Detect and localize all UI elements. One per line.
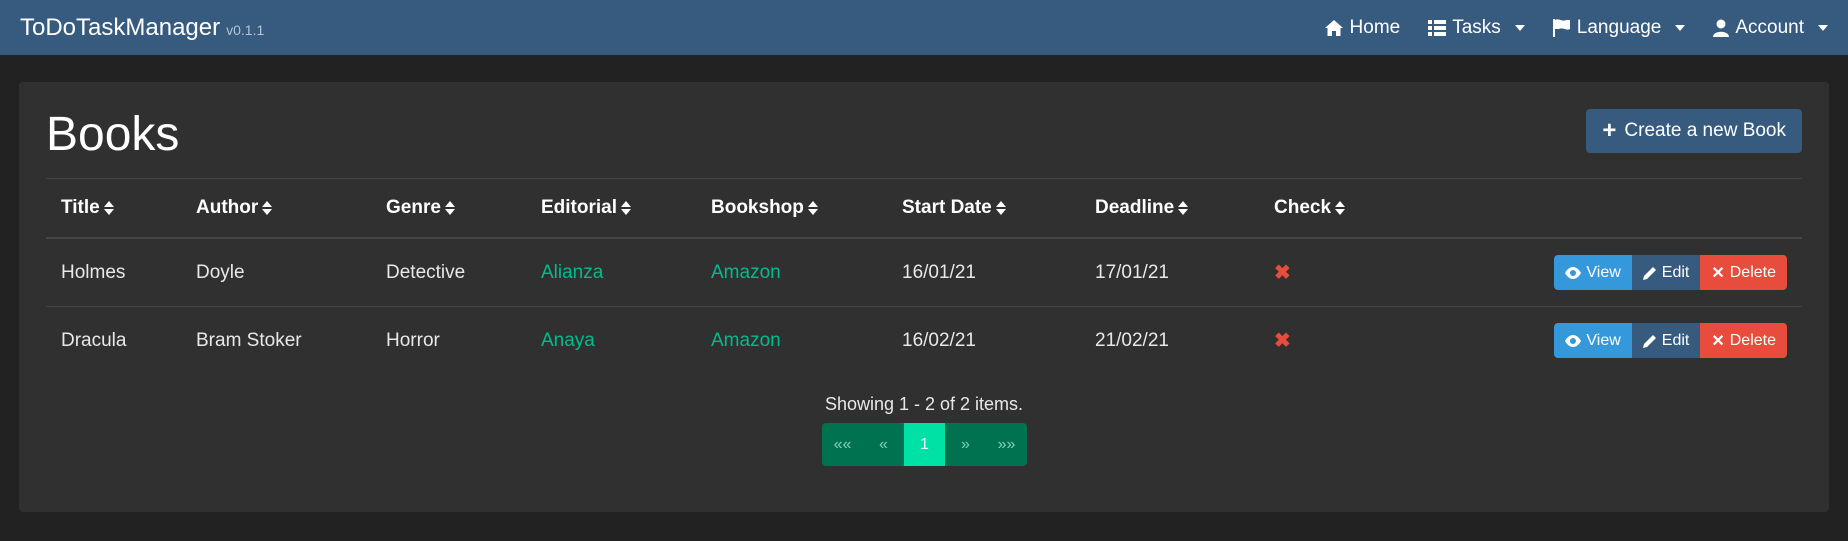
cell-actions: View Edit ✕ Delete [1409,238,1802,307]
eye-icon [1565,266,1582,279]
nav-menu: Home Tasks Language Account [1324,17,1828,39]
col-title[interactable]: Title [46,178,181,239]
col-bookshop[interactable]: Bookshop [696,178,887,239]
delete-button[interactable]: ✕ Delete [1700,323,1787,358]
list-icon [1428,19,1447,36]
col-start-date[interactable]: Start Date [887,178,1080,239]
page-next[interactable]: » [945,423,986,466]
cell-title: Dracula [61,329,127,351]
books-table: Title Author Genre Editorial Bookshop St… [46,178,1802,374]
page-first[interactable]: «« [822,423,863,466]
chevron-down-icon [1818,24,1828,31]
cell-deadline: 21/02/21 [1095,329,1169,351]
editorial-link[interactable]: Anaya [541,330,595,351]
cross-icon: ✖ [1274,330,1291,352]
cell-check: ✖ [1259,307,1410,375]
table-row: Holmes Doyle Detective Alianza Amazon 16… [46,238,1802,307]
sort-icon [444,200,455,215]
cell-bookshop: Amazon [696,307,887,375]
sort-icon [807,200,818,215]
delete-label: Delete [1729,263,1776,281]
eye-icon [1565,334,1582,347]
pencil-icon [1642,334,1656,348]
delete-button[interactable]: ✕ Delete [1700,255,1787,290]
cell-deadline: 17/01/21 [1080,238,1259,307]
editorial-link[interactable]: Alianza [541,262,603,283]
close-icon: ✕ [1711,264,1725,282]
pagination-summary: Showing 1 - 2 of 2 items. [824,394,1024,414]
page-current[interactable]: 1 [904,423,945,466]
chevron-down-icon [1675,24,1686,31]
edit-button[interactable]: Edit [1631,323,1701,358]
nav-home-label: Home [1349,16,1401,38]
view-button[interactable]: View [1554,323,1632,358]
edit-label: Edit [1661,263,1690,281]
create-book-label: Create a new Book [1624,120,1786,141]
page-title: Books [46,108,180,161]
cell-title: Holmes [46,238,181,307]
cell-author: Doyle [181,238,371,307]
user-icon [1713,19,1730,37]
sort-icon [1335,200,1346,215]
cell-editorial: Anaya [526,307,696,375]
bookshop-link[interactable]: Amazon [711,262,781,283]
row-actions: View Edit ✕ Delete [1554,323,1787,358]
home-icon [1324,19,1343,36]
close-icon: ✕ [1711,332,1725,350]
nav-language[interactable]: Language [1552,16,1686,39]
flag-icon [1552,18,1570,37]
col-actions [1409,178,1802,239]
row-actions: View Edit ✕ Delete [1554,255,1787,290]
cross-icon: ✖ [1274,262,1291,284]
col-check[interactable]: Check [1259,178,1410,239]
page-prev[interactable]: « [863,423,904,466]
nav-language-label: Language [1576,16,1662,38]
view-button[interactable]: View [1554,255,1632,290]
sort-icon [1178,200,1189,215]
nav-account[interactable]: Account [1713,17,1828,39]
cell-editorial: Alianza [526,238,696,307]
cell-actions: View Edit ✕ Delete [1410,307,1802,375]
cell-start-date: 16/01/21 [887,238,1080,307]
cell-check: ✖ [1259,238,1410,307]
bookshop-link[interactable]: Amazon [711,330,781,351]
cell-genre: Detective [371,238,526,307]
sort-icon [103,200,114,215]
chevron-down-icon [1514,24,1525,31]
nav-account-label: Account [1735,16,1804,38]
books-card: Books + Create a new Book Title Author G… [19,82,1829,512]
col-deadline[interactable]: Deadline [1080,178,1259,239]
table-header-row: Title Author Genre Editorial Bookshop St… [46,178,1802,239]
view-label: View [1586,263,1621,281]
sort-icon [995,200,1006,215]
col-editorial[interactable]: Editorial [526,178,696,239]
app-name[interactable]: ToDoTaskManager [20,14,220,41]
cell-genre: Horror [386,329,440,351]
create-book-button[interactable]: + Create a new Book [1586,109,1802,153]
delete-label: Delete [1729,331,1776,349]
cell-author: Bram Stoker [196,329,302,351]
plus-icon: + [1602,117,1617,144]
app-version: v0.1.1 [226,21,265,38]
view-label: View [1586,331,1621,349]
top-navbar: ToDoTaskManager v0.1.1 Home Tasks Languag… [0,0,1848,55]
page-last[interactable]: »» [986,423,1027,466]
nav-tasks-label: Tasks [1452,16,1501,38]
nav-tasks[interactable]: Tasks [1428,17,1525,39]
cell-bookshop: Amazon [696,238,887,307]
cell-start-date: 16/02/21 [902,329,976,351]
sort-icon [621,200,632,215]
pencil-icon [1642,266,1656,280]
edit-label: Edit [1661,331,1690,349]
pagination: «« « 1 » »» [822,423,1027,466]
app-brand[interactable]: ToDoTaskManager v0.1.1 [20,14,264,42]
nav-home[interactable]: Home [1324,16,1401,39]
sort-icon [262,200,273,215]
col-genre[interactable]: Genre [371,178,526,239]
table-row: Dracula Bram Stoker Horror Anaya Amazon … [46,307,1802,375]
col-author[interactable]: Author [181,178,371,239]
edit-button[interactable]: Edit [1631,255,1701,290]
